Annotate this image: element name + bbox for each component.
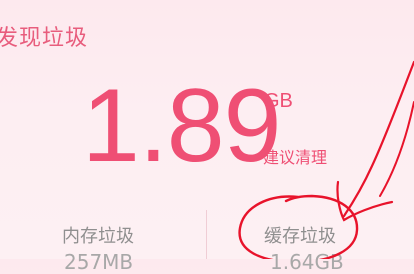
- annotation-arrow-line-2: [379, 101, 414, 197]
- annotation-markup: [238, 60, 414, 259]
